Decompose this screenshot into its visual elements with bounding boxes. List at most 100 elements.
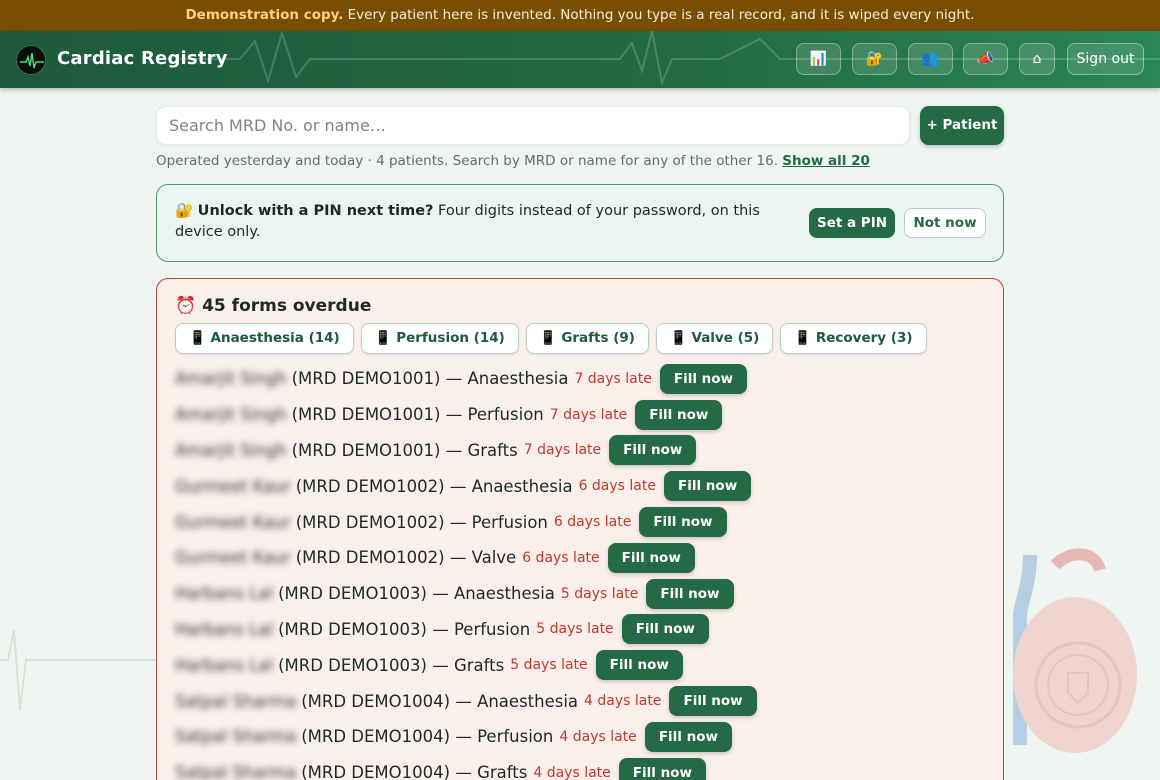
search-input[interactable] <box>156 106 910 145</box>
users-icon: 👥 <box>921 51 940 67</box>
chart-icon: 📊 <box>809 51 828 67</box>
days-late: 7 days late <box>523 442 602 459</box>
days-late: 4 days late <box>533 764 611 780</box>
set-pin-button[interactable]: Set a PIN <box>809 208 895 238</box>
alarm-clock-icon: ⏰ <box>175 296 197 316</box>
list-item: Satpal Sharma (MRD DEMO1004) — Grafts 4 da… <box>175 755 757 780</box>
show-all-link[interactable]: Show all 20 <box>782 153 870 169</box>
overdue-forms-card: ⏰ 45 forms overdue 📱 Anaesthesia (14) 📱 … <box>156 278 1004 780</box>
list-item: Amarjit Singh (MRD DEMO1001) — Anaesthesi… <box>175 361 757 397</box>
overdue-list: Amarjit Singh (MRD DEMO1001) — Anaesthesi… <box>175 361 757 780</box>
list-item: Satpal Sharma (MRD DEMO1004) — Perfusion 4… <box>175 719 757 755</box>
chip-perfusion[interactable]: 📱 Perfusion (14) <box>360 323 519 354</box>
phone-icon: 📱 <box>794 330 812 346</box>
overdue-title-text: 45 forms overdue <box>202 296 372 316</box>
list-item: Harbans Lal (MRD DEMO1003) — Anaesthesia 5… <box>175 576 757 612</box>
days-late: 5 days late <box>536 621 614 638</box>
patient-name: Satpal Sharma <box>175 763 297 780</box>
pin-prompt-text: 🔐 Unlock with a PIN next time? Four digi… <box>175 201 800 243</box>
sign-out-button[interactable]: Sign out <box>1067 43 1144 75</box>
chip-anaesthesia[interactable]: 📱 Anaesthesia (14) <box>175 323 354 354</box>
phone-icon: 📱 <box>669 330 687 346</box>
pin-prompt-card: 🔐 Unlock with a PIN next time? Four digi… <box>156 184 1004 262</box>
fill-now-button[interactable]: Fill now <box>609 435 697 466</box>
form-detail: (MRD DEMO1002) — Anaesthesia <box>295 476 573 496</box>
form-detail: (MRD DEMO1003) — Perfusion <box>278 619 531 639</box>
days-late: 6 days late <box>578 478 656 495</box>
patient-name: Harbans Lal <box>175 655 274 675</box>
app-logo[interactable] <box>16 45 46 75</box>
security-button[interactable]: 🔐 <box>852 43 897 75</box>
patient-name: Gurmeet Kaur <box>175 512 291 532</box>
days-late: 5 days late <box>560 585 639 602</box>
list-item: Gurmeet Kaur (MRD DEMO1002) — Perfusion 6 … <box>175 504 757 540</box>
patient-name: Amarjit Singh <box>175 440 287 460</box>
days-late: 7 days late <box>549 406 628 423</box>
chip-label: Anaesthesia (14) <box>210 330 340 346</box>
days-late: 4 days late <box>559 728 637 745</box>
patient-name: Harbans Lal <box>175 619 274 639</box>
fill-now-button[interactable]: Fill now <box>618 757 706 780</box>
demo-banner-bold: Demonstration copy. <box>185 7 344 23</box>
announcements-button[interactable]: 📣 <box>963 43 1008 75</box>
chip-label: Grafts (9) <box>561 330 635 346</box>
fill-now-button[interactable]: Fill now <box>664 471 752 502</box>
fill-now-button[interactable]: Fill now <box>639 507 727 538</box>
patients-summary-text: Operated yesterday and today · 4 patient… <box>156 153 783 169</box>
form-detail: (MRD DEMO1004) — Perfusion <box>301 727 554 747</box>
form-detail: (MRD DEMO1002) — Valve <box>295 548 517 568</box>
lock-icon: 🔐 <box>865 51 884 67</box>
patient-name: Satpal Sharma <box>175 691 297 711</box>
form-detail: (MRD DEMO1001) — Grafts <box>291 440 518 460</box>
form-type-filters: 📱 Anaesthesia (14) 📱 Perfusion (14) 📱 Gr… <box>175 323 927 354</box>
pin-prompt-bold: Unlock with a PIN next time? <box>197 203 434 219</box>
chip-recovery[interactable]: 📱 Recovery (3) <box>780 323 927 354</box>
demo-banner: Demonstration copy. Every patient here i… <box>0 0 1160 31</box>
list-item: Harbans Lal (MRD DEMO1003) — Grafts 5 days… <box>175 647 757 683</box>
days-late: 6 days late <box>553 514 632 531</box>
fill-now-button[interactable]: Fill now <box>659 363 748 394</box>
lock-icon: 🔐 <box>175 203 194 219</box>
phone-icon: 📱 <box>189 330 206 346</box>
analytics-button[interactable]: 📊 <box>796 43 841 75</box>
days-late: 7 days late <box>574 370 652 387</box>
chip-valve[interactable]: 📱 Valve (5) <box>655 323 774 354</box>
form-detail: (MRD DEMO1002) — Perfusion <box>295 512 548 532</box>
form-detail: (MRD DEMO1003) — Grafts <box>278 655 505 675</box>
fill-now-button[interactable]: Fill now <box>607 542 695 573</box>
form-detail: (MRD DEMO1001) — Anaesthesia <box>291 369 569 389</box>
not-now-button[interactable]: Not now <box>904 208 986 238</box>
fill-now-button[interactable]: Fill now <box>644 721 732 752</box>
patient-name: Amarjit Singh <box>175 369 287 389</box>
patient-name: Satpal Sharma <box>175 727 297 747</box>
patient-name: Gurmeet Kaur <box>175 476 291 496</box>
chip-label: Recovery (3) <box>815 330 913 346</box>
form-detail: (MRD DEMO1003) — Anaesthesia <box>278 584 555 604</box>
days-late: 4 days late <box>584 693 662 710</box>
list-item: Gurmeet Kaur (MRD DEMO1002) — Valve 6 days… <box>175 540 757 576</box>
list-item: Satpal Sharma (MRD DEMO1004) — Anaesthesi… <box>175 683 757 719</box>
list-item: Amarjit Singh (MRD DEMO1001) — Perfusion 7… <box>175 397 757 433</box>
chip-label: Valve (5) <box>691 330 760 346</box>
chip-grafts[interactable]: 📱 Grafts (9) <box>525 323 649 354</box>
fill-now-button[interactable]: Fill now <box>669 686 757 717</box>
megaphone-icon: 📣 <box>976 51 995 67</box>
heart-emblem-icon <box>1013 548 1137 753</box>
days-late: 5 days late <box>510 657 588 674</box>
home-icon: ⌂ <box>1032 51 1042 67</box>
fill-now-button[interactable]: Fill now <box>595 650 683 681</box>
form-detail: (MRD DEMO1004) — Anaesthesia <box>301 691 579 711</box>
fill-now-button[interactable]: Fill now <box>646 578 734 609</box>
chip-label: Perfusion (14) <box>396 330 505 346</box>
patient-name: Amarjit Singh <box>175 405 287 425</box>
users-button[interactable]: 👥 <box>908 43 953 75</box>
form-detail: (MRD DEMO1004) — Grafts <box>301 763 528 780</box>
home-button[interactable]: ⌂ <box>1019 43 1055 75</box>
fill-now-button[interactable]: Fill now <box>635 399 723 430</box>
fill-now-button[interactable]: Fill now <box>621 614 709 645</box>
demo-banner-text: Every patient here is invented. Nothing … <box>343 7 975 23</box>
patient-name: Harbans Lal <box>175 584 274 604</box>
patients-summary: Operated yesterday and today · 4 patient… <box>156 153 1004 169</box>
add-patient-button[interactable]: + Patient <box>920 106 1004 145</box>
list-item: Amarjit Singh (MRD DEMO1001) — Grafts 7 da… <box>175 433 757 469</box>
